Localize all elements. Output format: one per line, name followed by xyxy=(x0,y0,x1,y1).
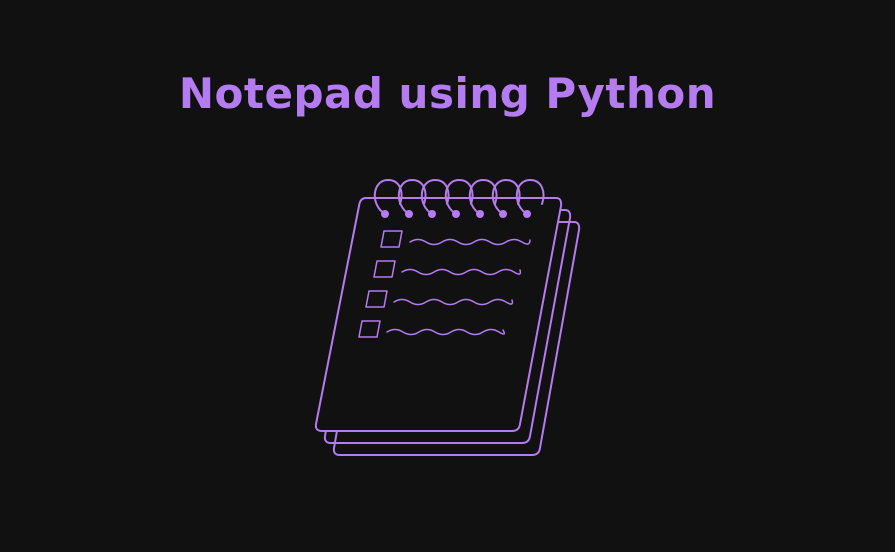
page-title: Notepad using Python xyxy=(178,69,717,118)
notepad-icon xyxy=(314,178,581,456)
banner: Notepad using Python xyxy=(0,0,895,552)
notepad-front-sheet xyxy=(314,197,563,432)
